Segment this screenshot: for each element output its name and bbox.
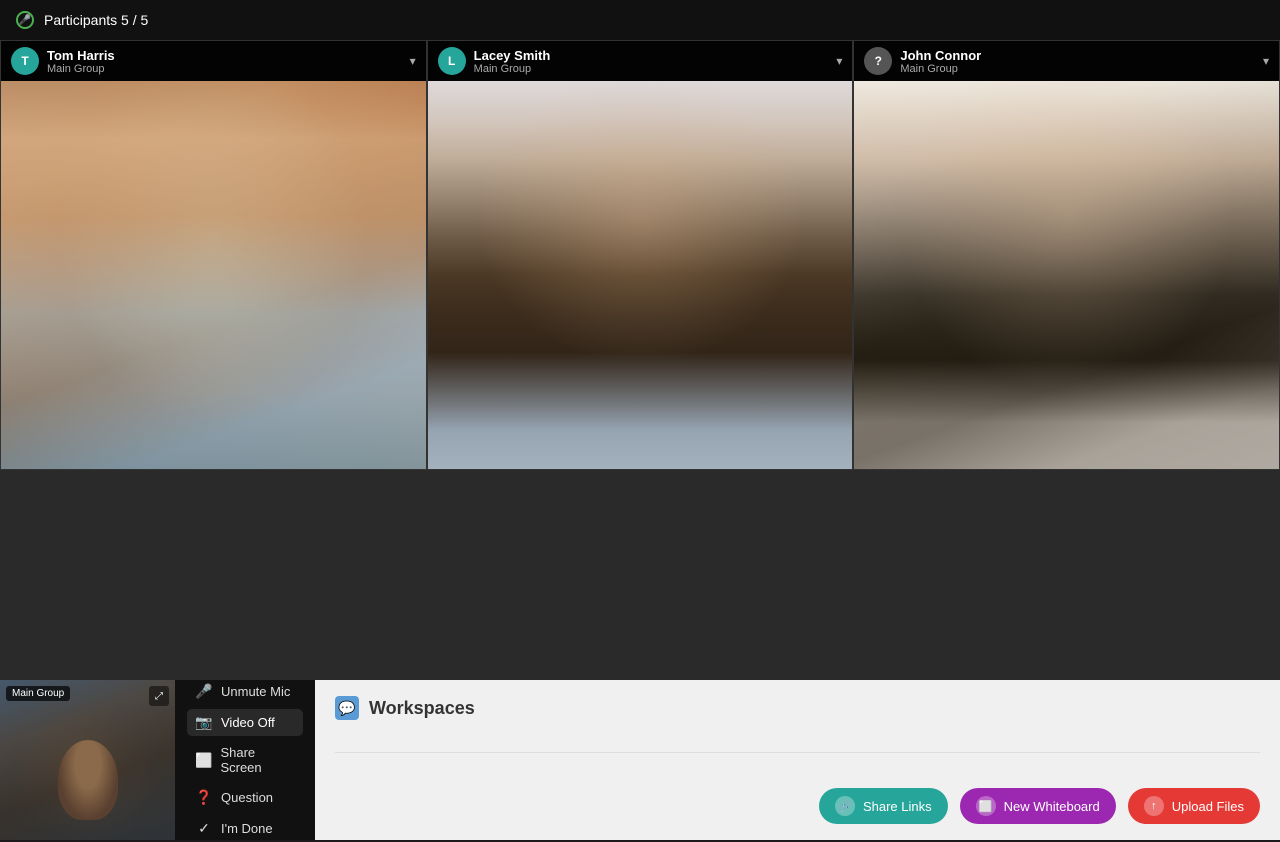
video-cell-lacey: L Lacey Smith Main Group ▾ xyxy=(427,40,854,470)
participant-group-john: Main Group xyxy=(900,63,981,75)
unmute-mic-control[interactable]: 🎤 Unmute Mic xyxy=(187,678,303,705)
upload-files-label: Upload Files xyxy=(1172,799,1244,814)
share-links-label: Share Links xyxy=(863,799,932,814)
video-feed-lacey xyxy=(428,81,853,469)
mic-icon: 🎤 xyxy=(195,683,213,700)
new-whiteboard-button[interactable]: ⬜ New Whiteboard xyxy=(960,788,1116,824)
expand-button[interactable]: ⤢ xyxy=(149,686,169,706)
controls-panel: 🎤 Unmute Mic 📷 Video Off ⬜ Share Screen … xyxy=(175,680,315,840)
question-icon: ❓ xyxy=(195,789,213,806)
video-off-label: Video Off xyxy=(221,715,275,730)
chevron-down-icon-lacey[interactable]: ▾ xyxy=(836,54,842,68)
video-grid: T Tom Harris Main Group ▾ L Lacey xyxy=(0,40,1280,470)
share-links-icon: 🔗 xyxy=(835,796,855,816)
workspaces-header: 💬 Workspaces xyxy=(335,696,1260,720)
upload-files-button[interactable]: ↑ Upload Files xyxy=(1128,788,1260,824)
video-feed-tom xyxy=(1,81,426,469)
workspaces-title: Workspaces xyxy=(369,698,475,719)
video-header-john: ? John Connor Main Group ▾ xyxy=(854,41,1279,81)
avatar-lacey: L xyxy=(438,47,466,75)
chevron-down-icon-tom[interactable]: ▾ xyxy=(410,54,416,68)
workspace-divider xyxy=(335,752,1260,753)
bottom-panel: Main Group ⤢ 🎤 Unmute Mic 📷 Video Off ⬜ … xyxy=(0,680,1280,840)
video-cell-john: ? John Connor Main Group ▾ xyxy=(853,40,1280,470)
question-label: Question xyxy=(221,790,273,805)
video-icon: 📷 xyxy=(195,714,213,731)
checkmark-icon: ✓ xyxy=(195,820,213,837)
local-section: Main Group ⤢ 🎤 Unmute Mic 📷 Video Off ⬜ … xyxy=(0,680,315,840)
avatar-john: ? xyxy=(864,47,892,75)
im-done-label: I'm Done xyxy=(221,821,273,836)
unmute-mic-label: Unmute Mic xyxy=(221,684,290,699)
avatar-tom: T xyxy=(11,47,39,75)
participant-name-john: John Connor xyxy=(900,48,981,63)
empty-video-area xyxy=(0,470,1280,680)
share-screen-icon: ⬜ xyxy=(195,752,212,769)
video-feed-john xyxy=(854,81,1279,469)
video-off-control[interactable]: 📷 Video Off xyxy=(187,709,303,736)
participant-name-tom: Tom Harris xyxy=(47,48,115,63)
chevron-down-icon-john[interactable]: ▾ xyxy=(1263,54,1269,68)
local-video: Main Group ⤢ xyxy=(0,680,175,840)
mic-status-icon: 🎤 xyxy=(16,11,34,29)
share-screen-label: Share Screen xyxy=(220,745,295,775)
workspaces-section: 💬 Workspaces 🔗 Share Links ⬜ New Whitebo… xyxy=(315,680,1280,840)
upload-icon: ↑ xyxy=(1144,796,1164,816)
participant-name-lacey: Lacey Smith xyxy=(474,48,551,63)
local-badge: Main Group xyxy=(6,686,70,701)
participant-group-lacey: Main Group xyxy=(474,63,551,75)
share-links-button[interactable]: 🔗 Share Links xyxy=(819,788,948,824)
participants-label: Participants 5 / 5 xyxy=(44,12,148,28)
video-area: T Tom Harris Main Group ▾ L Lacey xyxy=(0,40,1280,680)
top-bar: 🎤 Participants 5 / 5 xyxy=(0,0,1280,40)
video-header-tom: T Tom Harris Main Group ▾ xyxy=(1,41,426,81)
whiteboard-icon: ⬜ xyxy=(976,796,996,816)
local-video-container: Main Group ⤢ 🎤 Unmute Mic 📷 Video Off ⬜ … xyxy=(0,680,315,840)
workspace-buttons: 🔗 Share Links ⬜ New Whiteboard ↑ Upload … xyxy=(335,788,1260,824)
question-control[interactable]: ❓ Question xyxy=(187,784,303,811)
new-whiteboard-label: New Whiteboard xyxy=(1004,799,1100,814)
video-header-lacey: L Lacey Smith Main Group ▾ xyxy=(428,41,853,81)
participant-group-tom: Main Group xyxy=(47,63,115,75)
workspaces-icon: 💬 xyxy=(335,696,359,720)
share-screen-control[interactable]: ⬜ Share Screen xyxy=(187,740,303,780)
video-cell-tom: T Tom Harris Main Group ▾ xyxy=(0,40,427,470)
im-done-control[interactable]: ✓ I'm Done xyxy=(187,815,303,842)
